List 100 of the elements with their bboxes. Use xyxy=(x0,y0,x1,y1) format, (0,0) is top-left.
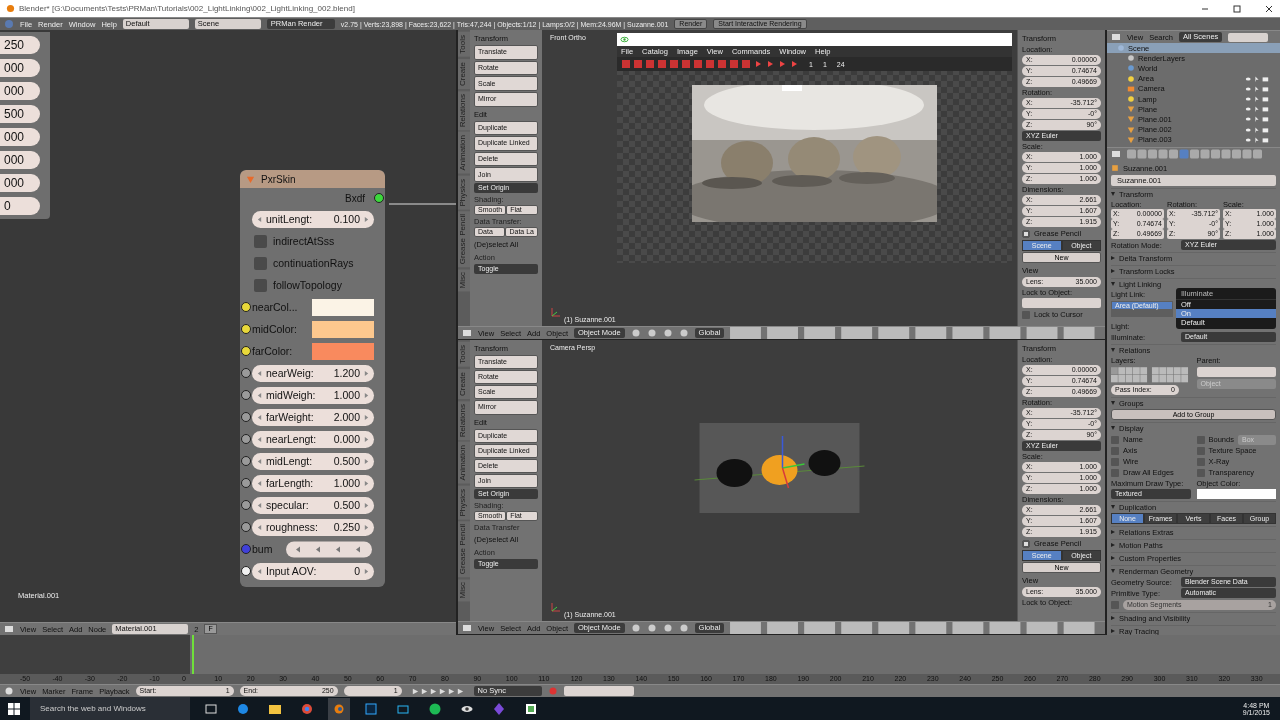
value-field[interactable]: 000 xyxy=(0,128,40,146)
node[interactable] xyxy=(240,170,385,587)
decrement-arrow-icon[interactable] xyxy=(257,479,262,487)
keying-set-field[interactable] xyxy=(563,686,634,696)
toolbar-icon[interactable] xyxy=(646,623,657,633)
checkbox[interactable] xyxy=(1022,310,1030,319)
value-field[interactable]: 000 xyxy=(0,82,40,100)
search-field[interactable]: Search the web and Windows xyxy=(30,697,190,720)
value-field[interactable]: 0 xyxy=(0,197,40,215)
editor-type-icon[interactable] xyxy=(1111,149,1121,159)
checkbox[interactable] xyxy=(1196,468,1205,477)
number-field[interactable]: unitLengt: 0.100 xyxy=(252,210,374,228)
number-field[interactable]: farLength: 1.000 xyxy=(252,474,374,492)
value-field[interactable]: 250 xyxy=(0,36,40,54)
decrement-arrow-icon[interactable] xyxy=(257,567,262,575)
increment-arrow-icon[interactable] xyxy=(364,369,369,377)
toolbar-icon[interactable] xyxy=(678,623,689,633)
value-field[interactable]: 000 xyxy=(0,151,40,169)
input-socket[interactable] xyxy=(241,412,251,422)
number-field[interactable]: nearWeig: 1.200 xyxy=(252,364,374,382)
increment-arrow-icon[interactable] xyxy=(364,501,369,509)
toolbar-icon[interactable] xyxy=(630,623,641,633)
camera-icon xyxy=(1127,84,1135,93)
maximize-icon[interactable] xyxy=(1232,3,1242,14)
number-field[interactable]: midWeigh: 1.000 xyxy=(252,386,374,404)
checkbox[interactable] xyxy=(1111,435,1119,444)
node-header[interactable]: PxrSkin xyxy=(240,170,385,188)
toolbar-icon[interactable] xyxy=(662,328,673,338)
toolbar-icon[interactable] xyxy=(630,328,641,338)
input-socket[interactable] xyxy=(241,302,251,312)
app-icon[interactable] xyxy=(328,697,350,720)
value-field[interactable]: 000 xyxy=(0,174,40,192)
color-swatch[interactable] xyxy=(312,320,374,338)
input-socket[interactable] xyxy=(241,324,251,334)
editor-type-icon[interactable] xyxy=(4,686,14,696)
number-field[interactable]: roughness: 0.250 xyxy=(252,518,374,536)
output-socket[interactable] xyxy=(374,193,384,203)
number-field[interactable]: specular: 0.500 xyxy=(252,496,374,514)
editor-type-icon[interactable] xyxy=(462,623,472,633)
decrement-arrow-icon[interactable] xyxy=(257,391,262,399)
increment-arrow-icon[interactable] xyxy=(364,435,369,443)
editor-type-icon[interactable] xyxy=(462,328,472,338)
checkbox[interactable] xyxy=(1022,229,1030,238)
checkbox[interactable] xyxy=(1111,446,1119,455)
checkbox[interactable] xyxy=(254,256,267,270)
decrement-arrow-icon[interactable] xyxy=(257,435,262,443)
number-field[interactable]: Input AOV: 0 xyxy=(252,562,374,580)
decrement-arrow-icon[interactable] xyxy=(257,413,262,421)
value-field[interactable]: 500 xyxy=(0,105,40,123)
toolbar-icon[interactable] xyxy=(678,328,689,338)
input-socket[interactable] xyxy=(241,368,251,378)
increment-arrow-icon[interactable] xyxy=(364,413,369,421)
increment-arrow-icon[interactable] xyxy=(364,567,369,575)
input-socket[interactable] xyxy=(241,522,251,532)
input-socket[interactable] xyxy=(241,434,251,444)
checkbox[interactable] xyxy=(1022,539,1030,548)
color-field[interactable] xyxy=(1196,489,1276,499)
checkbox[interactable] xyxy=(254,234,267,248)
number-field[interactable]: nearLengt: 0.000 xyxy=(252,430,374,448)
vector-field-drawing[interactable] xyxy=(286,540,372,558)
input-socket[interactable] xyxy=(241,390,251,400)
input-socket[interactable] xyxy=(241,456,251,466)
number-field[interactable]: midLengt: 0.500 xyxy=(252,452,374,470)
layer-grid[interactable] xyxy=(1111,367,1189,383)
increment-arrow-icon[interactable] xyxy=(364,523,369,531)
increment-arrow-icon[interactable] xyxy=(364,215,369,223)
checkbox[interactable] xyxy=(1196,446,1205,455)
color-swatch[interactable] xyxy=(312,342,374,360)
object-field[interactable] xyxy=(1196,367,1276,377)
input-socket[interactable] xyxy=(241,544,251,554)
decrement-arrow-icon[interactable] xyxy=(257,501,262,509)
checkbox[interactable] xyxy=(1111,468,1119,477)
increment-arrow-icon[interactable] xyxy=(364,479,369,487)
value-field[interactable]: 000 xyxy=(0,59,40,77)
decrement-arrow-icon[interactable] xyxy=(257,215,262,223)
decrement-arrow-icon[interactable] xyxy=(257,523,262,531)
start-icon[interactable] xyxy=(8,702,20,715)
increment-arrow-icon[interactable] xyxy=(364,457,369,465)
checkbox[interactable] xyxy=(1196,457,1205,466)
search-field[interactable] xyxy=(1228,32,1269,42)
close-icon[interactable] xyxy=(1264,3,1274,14)
color-swatch[interactable] xyxy=(312,298,374,316)
toolbar-icon[interactable] xyxy=(662,623,673,633)
editor-type-icon[interactable] xyxy=(4,624,14,634)
toolbar-icon[interactable] xyxy=(646,328,657,338)
increment-arrow-icon[interactable] xyxy=(364,391,369,399)
checkbox[interactable] xyxy=(1111,600,1119,609)
checkbox[interactable] xyxy=(1196,435,1205,444)
input-socket[interactable] xyxy=(241,566,251,576)
checkbox[interactable] xyxy=(254,278,267,292)
checkbox[interactable] xyxy=(1111,457,1119,466)
number-field[interactable]: farWeight: 2.000 xyxy=(252,408,374,426)
editor-type-icon[interactable] xyxy=(1111,32,1121,42)
input-socket[interactable] xyxy=(241,500,251,510)
input-socket[interactable] xyxy=(241,346,251,356)
input-socket[interactable] xyxy=(241,478,251,488)
node-title: PxrSkin xyxy=(261,173,296,185)
object-field[interactable] xyxy=(1022,298,1101,308)
decrement-arrow-icon[interactable] xyxy=(257,457,262,465)
decrement-arrow-icon[interactable] xyxy=(257,369,262,377)
